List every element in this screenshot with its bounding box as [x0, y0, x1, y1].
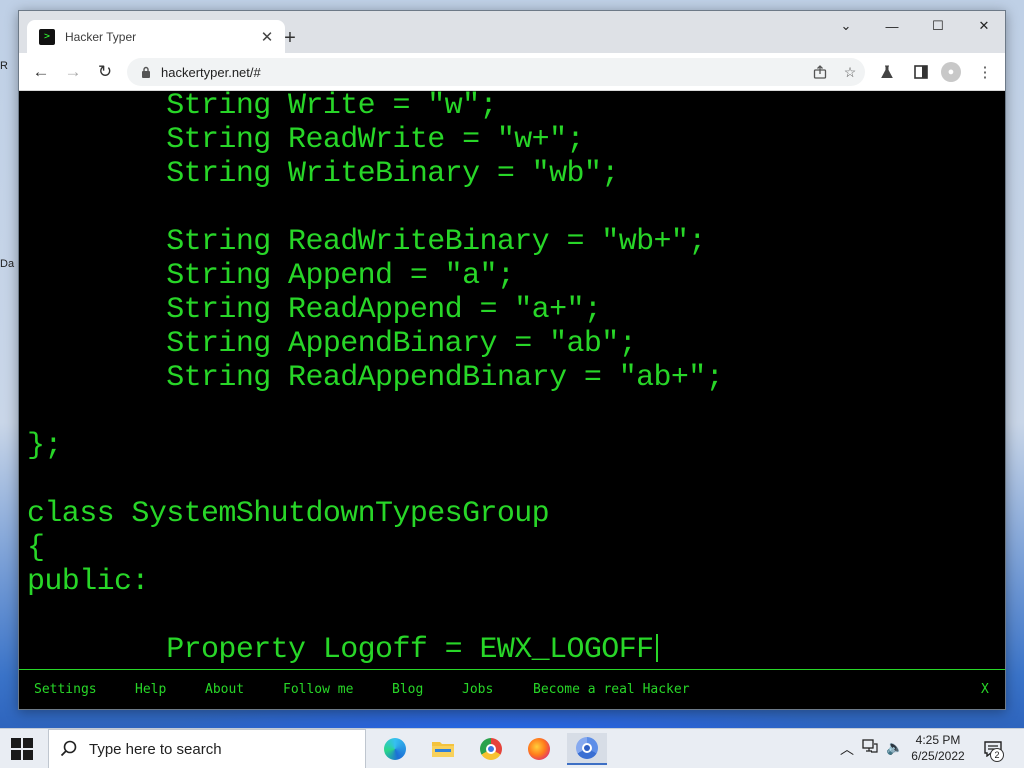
bottom-menu: Settings Help About Follow me Blog Jobs …: [19, 669, 1005, 709]
browser-toolbar: ← → ↻ hackertyper.net/# ☆ ● ⋮: [19, 53, 1005, 91]
show-hidden-icons-chevron-icon[interactable]: ︿: [840, 739, 854, 759]
code-line: class SystemShutdownTypesGroup: [27, 497, 550, 531]
code-line: String ReadAppendBinary = "ab+";: [27, 361, 724, 395]
tab-close-icon[interactable]: ✕: [257, 27, 277, 47]
tab-title: Hacker Typer: [65, 29, 137, 44]
taskbar: Type here to search ︿ 🔈 4:25 PM 6/25/202…: [0, 728, 1024, 768]
system-clock[interactable]: 4:25 PM 6/25/2022: [905, 732, 971, 764]
forward-button[interactable]: →: [59, 58, 87, 86]
file-explorer-icon[interactable]: [423, 733, 463, 765]
code-line: String ReadWriteBinary = "wb+";: [27, 225, 706, 259]
new-tab-button[interactable]: +: [277, 25, 303, 51]
share-icon[interactable]: [805, 65, 835, 79]
start-windows-icon[interactable]: [10, 737, 34, 761]
firefox-icon[interactable]: [519, 733, 559, 765]
code-line: String AppendBinary = "ab";: [27, 327, 637, 361]
desktop-icon-label[interactable]: R: [0, 60, 8, 72]
chrome-icon[interactable]: [471, 733, 511, 765]
code-line-current: Property Logoff = EWX_LOGOFF: [27, 633, 658, 667]
code-line: };: [27, 429, 62, 463]
tab-search-button[interactable]: ⌄: [823, 15, 869, 37]
maximize-button[interactable]: ☐: [915, 15, 961, 37]
code-line: String ReadAppend = "a+";: [27, 293, 602, 327]
title-bar: > Hacker Typer ✕ + ⌄ — ☐ ✕: [19, 11, 1005, 53]
menu-jobs[interactable]: Jobs: [462, 682, 493, 697]
code-line: public:: [27, 565, 149, 599]
minimize-button[interactable]: —: [869, 15, 915, 37]
bookmark-star-icon[interactable]: ☆: [835, 64, 865, 81]
browser-window: > Hacker Typer ✕ + ⌄ — ☐ ✕ ← → ↻ hackert…: [18, 10, 1006, 710]
code-line: String Write = "w";: [27, 91, 497, 123]
hacker-typer-terminal[interactable]: String Write = "w"; String ReadWrite = "…: [19, 91, 1005, 669]
network-icon[interactable]: [862, 739, 878, 756]
address-bar[interactable]: hackertyper.net/# ☆: [127, 58, 865, 86]
volume-icon[interactable]: 🔈: [886, 739, 903, 756]
reload-button[interactable]: ↻: [91, 58, 119, 86]
code-line: {: [27, 531, 45, 565]
edge-icon[interactable]: [375, 733, 415, 765]
chrome-active-icon[interactable]: [567, 733, 607, 765]
text-cursor: [655, 634, 658, 662]
profile-avatar-icon[interactable]: ●: [941, 62, 961, 82]
clock-date: 6/25/2022: [911, 749, 965, 763]
close-window-button[interactable]: ✕: [961, 15, 1007, 37]
search-icon: [49, 740, 89, 758]
labs-flask-icon[interactable]: [873, 58, 901, 86]
taskbar-search-box[interactable]: Type here to search: [48, 729, 366, 768]
menu-help[interactable]: Help: [135, 682, 166, 697]
menu-become-real-hacker[interactable]: Become a real Hacker: [533, 682, 690, 697]
menu-close-button[interactable]: X: [981, 682, 989, 697]
url-text: hackertyper.net/#: [161, 64, 261, 80]
clock-time: 4:25 PM: [915, 733, 961, 747]
kebab-menu-icon[interactable]: ⋮: [971, 58, 999, 86]
code-line: String Append = "a";: [27, 259, 515, 293]
desktop-icon-label[interactable]: Da: [0, 258, 14, 270]
current-line-text: Property Logoff = EWX_LOGOFF: [27, 633, 654, 667]
hackertyper-favicon-icon: >: [39, 28, 55, 45]
lock-icon[interactable]: [131, 66, 161, 78]
back-button[interactable]: ←: [27, 58, 55, 86]
browser-tab[interactable]: > Hacker Typer ✕: [27, 20, 285, 53]
code-line: String ReadWrite = "w+";: [27, 123, 584, 157]
search-placeholder: Type here to search: [89, 740, 222, 758]
menu-blog[interactable]: Blog: [392, 682, 423, 697]
menu-about[interactable]: About: [205, 682, 244, 697]
code-line: String WriteBinary = "wb";: [27, 157, 619, 191]
menu-settings[interactable]: Settings: [34, 682, 97, 697]
side-panel-icon[interactable]: [907, 58, 935, 86]
menu-follow-me[interactable]: Follow me: [283, 682, 353, 697]
notification-count-badge: 2: [990, 748, 1004, 762]
